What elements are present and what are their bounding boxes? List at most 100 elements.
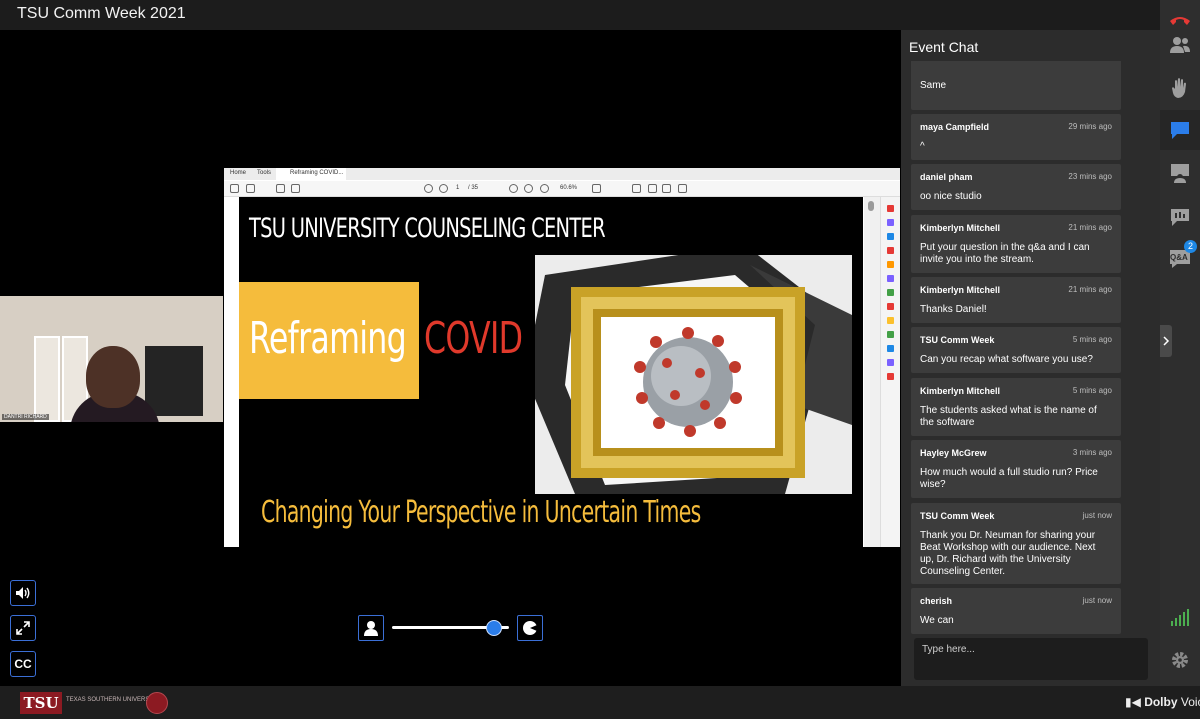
chat-message-list[interactable]: Same maya Campfield 29 mins ago ^ daniel… bbox=[901, 61, 1160, 641]
chat-message-time: just now bbox=[1082, 596, 1112, 605]
chat-message: Kimberlyn Mitchell 5 mins ago The studen… bbox=[911, 378, 1121, 436]
chat-message-text: We can bbox=[920, 615, 954, 626]
chat-message-text: Thank you Dr. Neuman for sharing your Be… bbox=[920, 530, 1096, 577]
zoom-in-icon[interactable] bbox=[540, 184, 549, 193]
forms-icon[interactable] bbox=[887, 275, 894, 282]
chat-message-text: How much would a full studio run? Price … bbox=[920, 467, 1098, 490]
slide-heading: TSU UNIVERSITY COUNSELING CENTER bbox=[249, 213, 606, 244]
presenter-button[interactable] bbox=[1160, 153, 1200, 193]
chat-message-author: TSU Comm Week bbox=[920, 335, 995, 345]
event-title: TSU Comm Week 2021 bbox=[17, 5, 186, 22]
chat-message-text: Thanks Daniel! bbox=[920, 304, 987, 315]
feedback-icon bbox=[1171, 209, 1189, 226]
create-pdf-icon[interactable] bbox=[887, 219, 894, 226]
chat-message-time: 21 mins ago bbox=[1068, 285, 1112, 294]
slide-title-reframing: Reframing bbox=[249, 313, 407, 364]
university-logo: TSU TEXAS SOUTHERN UNIVERSITY bbox=[20, 692, 168, 714]
prev-page-icon[interactable] bbox=[424, 184, 433, 193]
chat-button[interactable] bbox=[1160, 110, 1200, 150]
highlight-icon[interactable] bbox=[662, 184, 671, 193]
organize-icon[interactable] bbox=[887, 261, 894, 268]
volume-button[interactable] bbox=[10, 580, 36, 606]
save-icon[interactable] bbox=[230, 184, 239, 193]
slide-tagline: Changing Your Perspective in Uncertain T… bbox=[261, 495, 701, 530]
university-logo-mark: TSU bbox=[20, 692, 62, 714]
chat-message: maya Campfield 29 mins ago ^ bbox=[911, 114, 1121, 160]
compress-icon[interactable] bbox=[887, 303, 894, 310]
chat-message: daniel pham 23 mins ago oo nice studio bbox=[911, 164, 1121, 210]
tab-tools[interactable]: Tools bbox=[257, 170, 271, 176]
chat-message-author: Kimberlyn Mitchell bbox=[920, 223, 1001, 233]
combine-icon[interactable] bbox=[887, 247, 894, 254]
fullscreen-button[interactable] bbox=[10, 615, 36, 641]
hand-tool-icon[interactable] bbox=[509, 184, 518, 193]
tab-document[interactable]: Reframing COVID... bbox=[290, 170, 343, 176]
person-icon bbox=[364, 621, 378, 636]
footer-bar: TSU TEXAS SOUTHERN UNIVERSITY ▮◀ Dolby V… bbox=[0, 686, 1200, 719]
zoom-level[interactable]: 60.6% bbox=[560, 185, 577, 191]
chat-message-text: The students asked what is the name of t… bbox=[920, 405, 1097, 428]
chat-message-time: 3 mins ago bbox=[1072, 448, 1112, 457]
university-seal-icon bbox=[146, 692, 168, 714]
chat-message: Kimberlyn Mitchell 21 mins ago Put your … bbox=[911, 215, 1121, 273]
chat-message-text: ^ bbox=[920, 141, 925, 152]
chevron-right-icon bbox=[1163, 336, 1170, 346]
protect-icon[interactable] bbox=[887, 345, 894, 352]
signal-icon bbox=[1171, 609, 1189, 626]
chat-message: TSU Comm Week 5 mins ago Can you recap w… bbox=[911, 327, 1121, 373]
layout-video-button[interactable] bbox=[358, 615, 384, 641]
qa-button[interactable]: Q&A 2 bbox=[1160, 238, 1200, 278]
viewer-tab-bar: Home Tools Reframing COVID... bbox=[224, 168, 900, 180]
comment-icon[interactable] bbox=[632, 184, 641, 193]
tab-home[interactable]: Home bbox=[230, 170, 246, 176]
raise-hand-button[interactable] bbox=[1160, 68, 1200, 108]
presenter-video[interactable]: DANTRI RICHARD bbox=[0, 296, 223, 422]
chat-message: Same bbox=[911, 61, 1121, 110]
bookmark-icon[interactable] bbox=[246, 184, 255, 193]
chat-message-time: just now bbox=[1082, 511, 1112, 520]
settings-button[interactable] bbox=[1160, 640, 1200, 680]
sign-icon[interactable] bbox=[678, 184, 687, 193]
chat-message-time: 21 mins ago bbox=[1068, 223, 1112, 232]
slide-frame-image bbox=[535, 255, 852, 494]
chat-message: Kimberlyn Mitchell 21 mins ago Thanks Da… bbox=[911, 277, 1121, 323]
chat-message-author: Kimberlyn Mitchell bbox=[920, 285, 1001, 295]
comment-tool-icon[interactable] bbox=[887, 317, 894, 324]
qa-count-badge: 2 bbox=[1184, 240, 1197, 253]
raise-hand-icon bbox=[1172, 78, 1186, 98]
expand-icon bbox=[16, 621, 30, 635]
chat-title: Event Chat bbox=[909, 39, 979, 55]
scan-icon[interactable] bbox=[887, 331, 894, 338]
more-tools-icon[interactable] bbox=[887, 373, 894, 380]
collapse-panel-button[interactable] bbox=[1160, 325, 1172, 357]
print-icon[interactable] bbox=[276, 184, 285, 193]
zoom-out-icon[interactable] bbox=[524, 184, 533, 193]
speaker-icon bbox=[16, 587, 30, 599]
viewer-scroll-thumb[interactable] bbox=[868, 201, 874, 211]
send-icon[interactable] bbox=[887, 289, 894, 296]
screen-share[interactable]: Home Tools Reframing COVID... 1 / 35 60.… bbox=[224, 168, 900, 547]
presenter-icon bbox=[1171, 164, 1189, 183]
export-pdf-icon[interactable] bbox=[887, 205, 894, 212]
fill-sign-icon[interactable] bbox=[887, 359, 894, 366]
dolby-brand-name: Dolby bbox=[1144, 695, 1178, 709]
presenter-name-tag: DANTRI RICHARD bbox=[2, 414, 49, 420]
chat-input[interactable] bbox=[922, 642, 1142, 656]
participants-button[interactable] bbox=[1160, 25, 1200, 65]
page-number[interactable]: 1 bbox=[456, 185, 459, 191]
fit-page-icon[interactable] bbox=[592, 184, 601, 193]
search-icon[interactable] bbox=[291, 184, 300, 193]
chat-message-author: Hayley McGrew bbox=[920, 448, 987, 458]
next-page-icon[interactable] bbox=[439, 184, 448, 193]
viewer-scrollbar[interactable] bbox=[864, 197, 880, 547]
layout-slider-thumb[interactable] bbox=[486, 620, 502, 636]
edit-pdf-icon[interactable] bbox=[887, 233, 894, 240]
video-background-shelf bbox=[145, 346, 203, 416]
captions-button[interactable]: CC bbox=[10, 651, 36, 677]
slide-title-covid: COVID bbox=[424, 313, 523, 364]
chat-input-box[interactable] bbox=[914, 638, 1148, 680]
layout-screen-button[interactable] bbox=[517, 615, 543, 641]
pen-icon[interactable] bbox=[648, 184, 657, 193]
feedback-button[interactable] bbox=[1160, 197, 1200, 237]
dolby-mark-icon: ▮◀ bbox=[1125, 695, 1141, 709]
